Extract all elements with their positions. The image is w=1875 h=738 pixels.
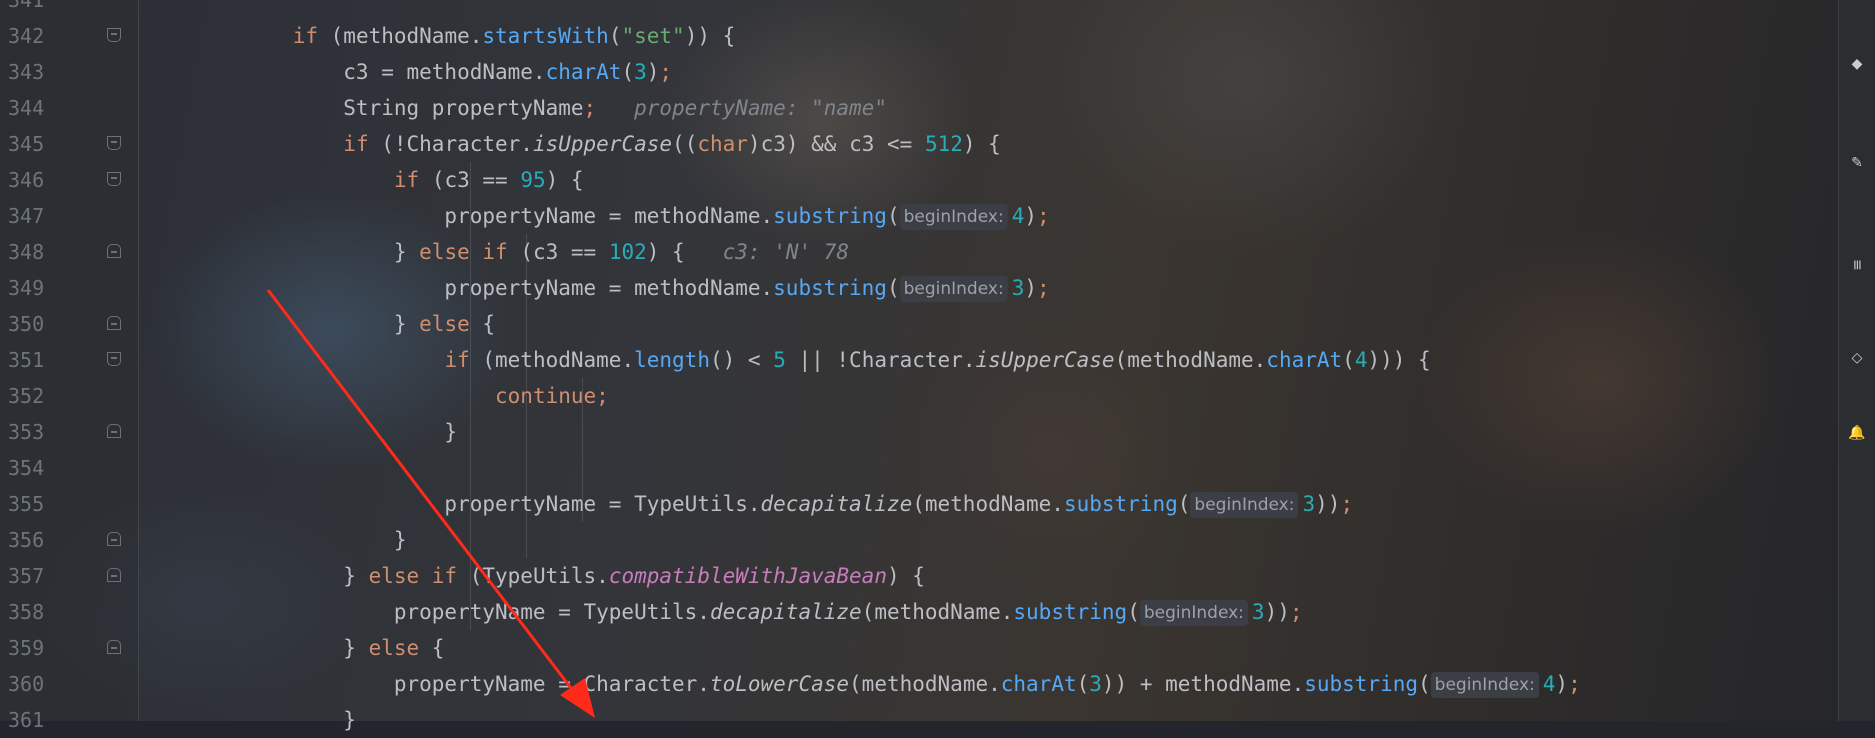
annotation-arrow bbox=[266, 289, 595, 718]
